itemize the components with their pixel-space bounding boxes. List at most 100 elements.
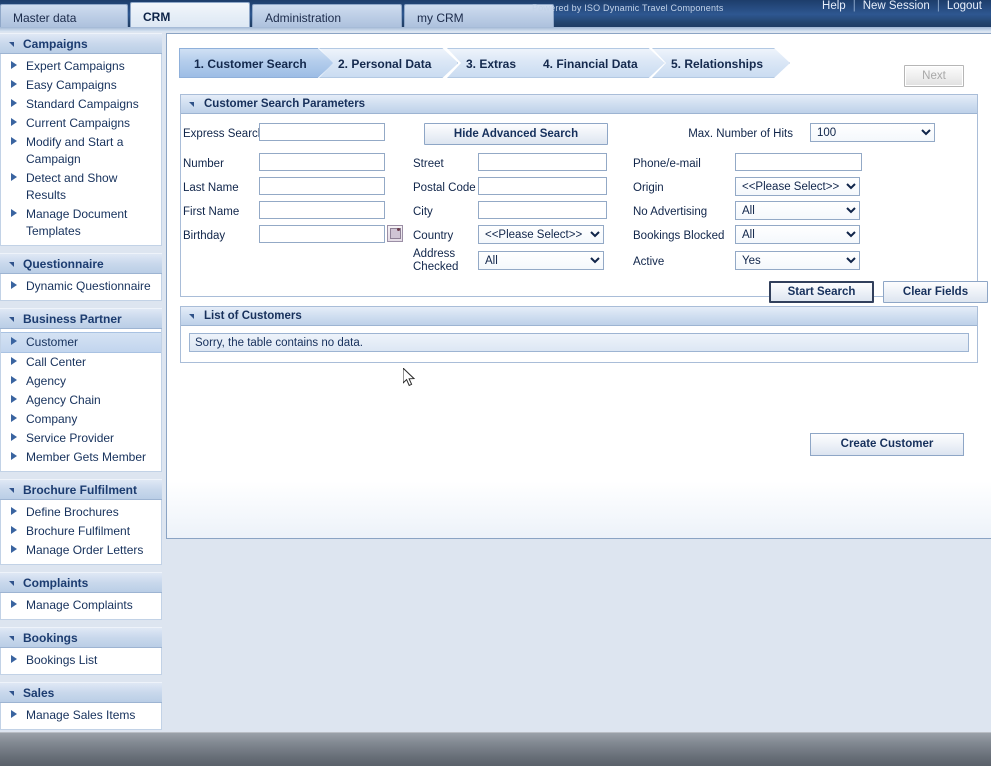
help-link[interactable]: Help bbox=[815, 0, 853, 12]
next-button[interactable]: Next bbox=[904, 65, 964, 87]
max-hits-label: Max. Number of Hits bbox=[688, 128, 793, 140]
sidebar-group-title: Sales bbox=[23, 686, 55, 700]
wizard-step-label: 5. Relationships bbox=[671, 57, 764, 71]
sidebar-item-label: Brochure Fulfilment bbox=[26, 524, 131, 538]
sidebar-group-header-sales[interactable]: Sales bbox=[0, 682, 162, 703]
wizard-step-relationships[interactable]: 5. Relationships bbox=[652, 48, 790, 78]
address-checked-select[interactable]: All bbox=[478, 251, 604, 270]
city-input[interactable] bbox=[478, 201, 607, 219]
search-panel-header[interactable]: Customer Search Parameters bbox=[181, 95, 977, 114]
sidebar-group-header-campaigns[interactable]: Campaigns bbox=[0, 33, 162, 54]
country-select[interactable]: <<Please Select>> bbox=[478, 225, 604, 244]
customer-search-parameters-panel: Customer Search Parameters Express Searc… bbox=[180, 94, 988, 303]
express-search-label: Express Search bbox=[183, 128, 265, 140]
wizard-step-personal-data[interactable]: 2. Personal Data bbox=[319, 48, 458, 78]
number-input[interactable] bbox=[259, 153, 385, 171]
sidebar-item-easy-campaigns[interactable]: Easy Campaigns bbox=[1, 76, 161, 95]
sidebar-item-service-provider[interactable]: Service Provider bbox=[1, 429, 161, 448]
sidebar-item-bookings-list[interactable]: Bookings List bbox=[1, 651, 161, 670]
wizard-step-customer-search[interactable]: 1. Customer Search bbox=[179, 48, 334, 78]
birthday-input[interactable] bbox=[259, 225, 385, 243]
first-name-input[interactable] bbox=[259, 201, 385, 219]
sidebar-item-label: Easy Campaigns bbox=[26, 78, 117, 92]
sidebar-group-list: Manage Complaints bbox=[0, 593, 162, 620]
sidebar-item-label: Modify and Start a Campaign bbox=[26, 135, 124, 166]
no-advertising-select[interactable]: All bbox=[735, 201, 860, 220]
sidebar-item-company[interactable]: Company bbox=[1, 410, 161, 429]
sidebar-item-manage-document-templates[interactable]: Manage Document Templates bbox=[1, 205, 161, 241]
sidebar-item-label: Service Provider bbox=[26, 431, 115, 445]
sidebar-item-detect-and-show-results[interactable]: Detect and Show Results bbox=[1, 169, 161, 205]
max-hits-select[interactable]: 100 bbox=[810, 123, 935, 142]
active-label: Active bbox=[633, 256, 665, 268]
origin-select[interactable]: <<Please Select>> bbox=[735, 177, 860, 196]
sidebar-group-campaigns: Campaigns Expert Campaigns Easy Campaign… bbox=[0, 33, 162, 246]
hide-advanced-search-button[interactable]: Hide Advanced Search bbox=[424, 123, 608, 145]
street-label: Street bbox=[413, 158, 444, 170]
sidebar-item-customer[interactable]: Customer bbox=[1, 332, 161, 353]
sidebar-item-current-campaigns[interactable]: Current Campaigns bbox=[1, 114, 161, 133]
clear-fields-button[interactable]: Clear Fields bbox=[883, 281, 988, 303]
application-window: Master data CRM Administration my CRM Po… bbox=[0, 0, 991, 766]
bullet-arrow-icon bbox=[11, 414, 17, 422]
express-search-input[interactable] bbox=[259, 123, 385, 141]
phone-email-input[interactable] bbox=[735, 153, 862, 171]
no-advertising-label: No Advertising bbox=[633, 206, 708, 218]
bookings-blocked-select[interactable]: All bbox=[735, 225, 860, 244]
sidebar-group-header-questionnaire[interactable]: Questionnaire bbox=[0, 253, 162, 274]
wizard-step-financial-data[interactable]: 4. Financial Data bbox=[524, 48, 665, 78]
sidebar-group-header-bookings[interactable]: Bookings bbox=[0, 627, 162, 648]
collapse-triangle-icon bbox=[9, 636, 14, 641]
sidebar-item-agency[interactable]: Agency bbox=[1, 372, 161, 391]
sidebar-item-call-center[interactable]: Call Center bbox=[1, 353, 161, 372]
powered-by-text: Powered by ISO Dynamic Travel Components bbox=[532, 3, 724, 13]
header-divider bbox=[0, 27, 991, 32]
start-search-button[interactable]: Start Search bbox=[769, 281, 874, 303]
sidebar-group-bookings: Bookings Bookings List bbox=[0, 627, 162, 675]
collapse-triangle-icon bbox=[189, 102, 194, 107]
sidebar-group-header-business-partner[interactable]: Business Partner bbox=[0, 308, 162, 329]
sidebar-item-define-brochures[interactable]: Define Brochures bbox=[1, 503, 161, 522]
active-select[interactable]: Yes bbox=[735, 251, 860, 270]
street-input[interactable] bbox=[478, 153, 607, 171]
sidebar-item-expert-campaigns[interactable]: Expert Campaigns bbox=[1, 57, 161, 76]
tab-crm[interactable]: CRM bbox=[130, 2, 250, 30]
main-tab-bar: Master data CRM Administration my CRM bbox=[0, 2, 556, 30]
sidebar-item-dynamic-questionnaire[interactable]: Dynamic Questionnaire bbox=[1, 277, 161, 296]
sidebar-item-agency-chain[interactable]: Agency Chain bbox=[1, 391, 161, 410]
city-label: City bbox=[413, 206, 433, 218]
logout-link[interactable]: Logout bbox=[940, 0, 989, 12]
birthday-label: Birthday bbox=[183, 230, 226, 242]
header-links: Help | New Session | Logout bbox=[815, 0, 989, 12]
results-panel-title: List of Customers bbox=[204, 310, 302, 322]
sidebar-item-label: Manage Document Templates bbox=[26, 207, 128, 238]
bullet-arrow-icon bbox=[11, 452, 17, 460]
sidebar-item-label: Manage Order Letters bbox=[26, 543, 144, 557]
postal-code-label: Postal Code bbox=[413, 182, 476, 194]
sidebar-item-manage-order-letters[interactable]: Manage Order Letters bbox=[1, 541, 161, 560]
sidebar-group-header-brochure-fulfilment[interactable]: Brochure Fulfilment bbox=[0, 479, 162, 500]
results-panel-header[interactable]: List of Customers bbox=[181, 307, 977, 326]
results-panel-body: Sorry, the table contains no data. bbox=[181, 333, 977, 352]
sidebar-item-manage-complaints[interactable]: Manage Complaints bbox=[1, 596, 161, 615]
sidebar-group-title: Business Partner bbox=[23, 312, 122, 326]
wizard-step-label: 2. Personal Data bbox=[338, 57, 432, 71]
create-customer-button[interactable]: Create Customer bbox=[810, 433, 964, 456]
sidebar-item-manage-sales-items[interactable]: Manage Sales Items bbox=[1, 706, 161, 725]
collapse-triangle-icon bbox=[9, 488, 14, 493]
calendar-icon[interactable] bbox=[387, 225, 403, 242]
bullet-arrow-icon bbox=[11, 507, 17, 515]
sidebar-item-member-gets-member[interactable]: Member Gets Member bbox=[1, 448, 161, 467]
tab-label: Master data bbox=[13, 11, 77, 25]
postal-code-input[interactable] bbox=[478, 177, 607, 195]
sidebar-group-header-complaints[interactable]: Complaints bbox=[0, 572, 162, 593]
number-label: Number bbox=[183, 158, 224, 170]
sidebar-group-questionnaire: Questionnaire Dynamic Questionnaire bbox=[0, 253, 162, 301]
sidebar-item-modify-and-start-a-campaign[interactable]: Modify and Start a Campaign bbox=[1, 133, 161, 169]
sidebar-item-label: Standard Campaigns bbox=[26, 97, 139, 111]
sidebar-item-brochure-fulfilment[interactable]: Brochure Fulfilment bbox=[1, 522, 161, 541]
last-name-input[interactable] bbox=[259, 177, 385, 195]
new-session-link[interactable]: New Session bbox=[856, 0, 937, 12]
bullet-arrow-icon bbox=[11, 281, 17, 289]
sidebar-item-standard-campaigns[interactable]: Standard Campaigns bbox=[1, 95, 161, 114]
